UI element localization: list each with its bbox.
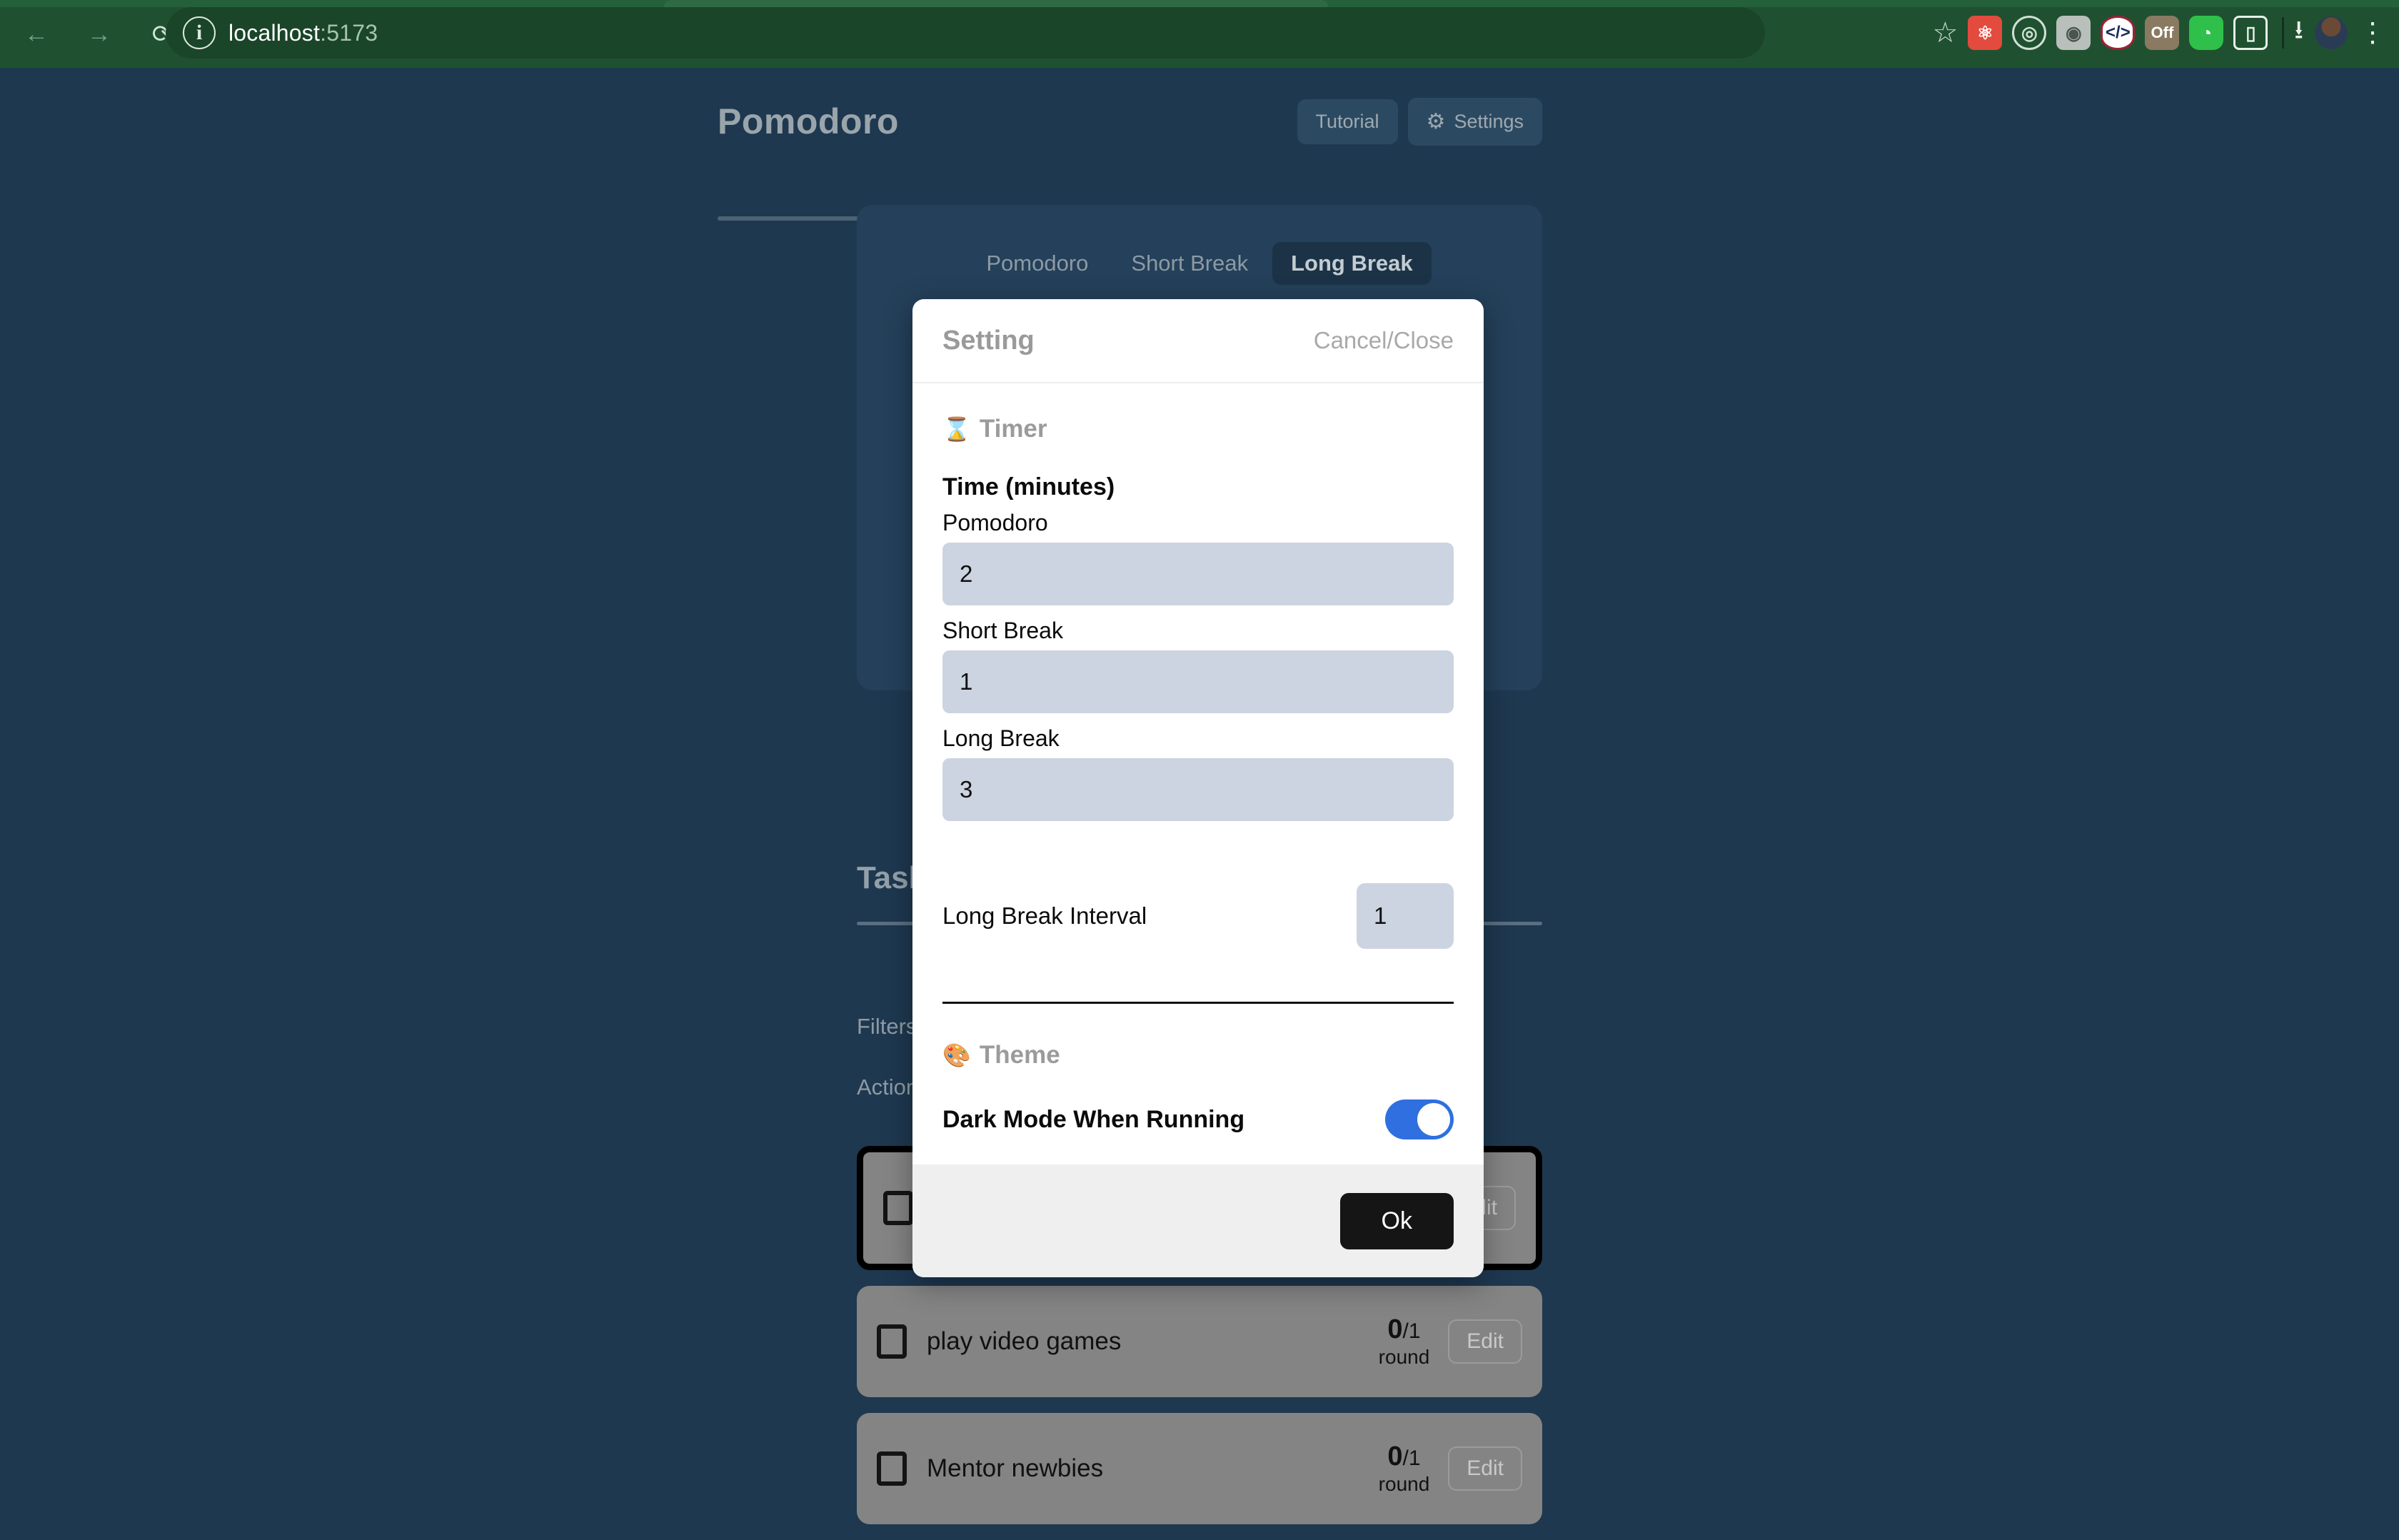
dark-mode-toggle[interactable] (1385, 1099, 1454, 1139)
react-devtools-extension-icon[interactable]: ⚛ (1968, 16, 2003, 50)
modal-overlay: Setting Cancel/Close ⌛ Timer Time (minut… (0, 68, 2399, 1443)
url-port: :5173 (320, 19, 378, 46)
back-arrow-icon[interactable]: ← (14, 12, 59, 56)
task-rounds-current: 0 (1387, 1441, 1403, 1472)
dialog-header: Setting Cancel/Close (912, 299, 1484, 383)
address-bar-url: localhost:5173 (228, 20, 378, 46)
browser-active-tab[interactable] (664, 0, 1328, 7)
url-host: localhost (228, 19, 321, 46)
short-break-field-label: Short Break (942, 618, 1063, 643)
theme-section-heading: 🎨 Theme (942, 1041, 1454, 1070)
forward-arrow-icon[interactable]: → (77, 12, 121, 56)
frog-extension-icon[interactable]: ◔ (2189, 16, 2224, 50)
browser-toolbar-right: ☆ ⚛ ◎ ◉ </> Off ◔ ▯ ⭳ ⋮ (1923, 7, 2386, 59)
browser-tabstrip (0, 0, 2399, 7)
toolbar-divider (2282, 17, 2285, 49)
dark-mode-label: Dark Mode When Running (942, 1105, 1245, 1133)
short-break-minutes-input[interactable] (942, 650, 1454, 713)
ok-button[interactable]: Ok (1339, 1192, 1454, 1249)
bottle-extension-icon[interactable]: ▯ (2233, 16, 2268, 50)
task-checkbox[interactable] (877, 1451, 907, 1486)
app-page: Pomodoro Tutorial ⚙ Settings Pomodoro Sh… (0, 68, 2399, 1524)
address-bar[interactable]: i localhost:5173 (166, 7, 1765, 59)
theme-section-label: Theme (979, 1041, 1060, 1069)
browser-chrome: ← → ⟳ i localhost:5173 ☆ ⚛ ◎ ◉ </> Off ◔… (0, 0, 2399, 68)
hourglass-icon: ⌛ (942, 416, 971, 443)
dialog-footer: Ok (912, 1164, 1484, 1277)
dialog-body: ⌛ Timer Time (minutes) Pomodoro Short Br… (912, 383, 1484, 1164)
task-name: Mentor newbies (927, 1454, 1104, 1482)
time-minutes-label: Time (minutes) (942, 473, 1115, 500)
download-icon[interactable]: ⭳ (2294, 11, 2303, 55)
dialog-title: Setting (942, 325, 1035, 356)
browser-nav-buttons: ← → ⟳ (14, 10, 184, 59)
code-extension-icon[interactable]: </> (2101, 16, 2136, 50)
settings-dialog: Setting Cancel/Close ⌛ Timer Time (minut… (912, 299, 1484, 1277)
long-break-interval-row: Long Break Interval (942, 883, 1454, 949)
pomodoro-field-label: Pomodoro (942, 510, 1048, 535)
three-dot-menu-icon[interactable]: ⋮ (2359, 19, 2386, 46)
task-rounds: 0/1 round (1379, 1441, 1430, 1496)
task-edit-button[interactable]: Edit (1448, 1446, 1522, 1491)
long-break-interval-input[interactable] (1357, 883, 1454, 949)
task-rounds-total: /1 (1402, 1446, 1421, 1471)
camera-extension-icon[interactable]: ◉ (2056, 16, 2091, 50)
star-icon[interactable]: ☆ (1933, 19, 1958, 47)
off-extension-icon[interactable]: Off (2145, 16, 2180, 50)
timer-section-label: Timer (979, 415, 1047, 443)
palette-icon: 🎨 (942, 1042, 971, 1069)
avatar[interactable] (2313, 15, 2349, 51)
pomodoro-minutes-input[interactable] (942, 543, 1454, 605)
dark-mode-row: Dark Mode When Running (942, 1099, 1454, 1139)
target-extension-icon[interactable]: ◎ (2012, 16, 2047, 50)
task-rounds-label: round (1378, 1472, 1430, 1495)
info-circle-icon[interactable]: i (183, 16, 216, 49)
toggle-knob (1417, 1103, 1450, 1136)
long-break-interval-label: Long Break Interval (942, 902, 1147, 929)
timer-section-heading: ⌛ Timer (942, 415, 1454, 443)
long-break-minutes-input[interactable] (942, 758, 1454, 821)
cancel-close-button[interactable]: Cancel/Close (1314, 327, 1454, 354)
long-break-field-label: Long Break (942, 725, 1060, 751)
section-divider (942, 1002, 1454, 1004)
